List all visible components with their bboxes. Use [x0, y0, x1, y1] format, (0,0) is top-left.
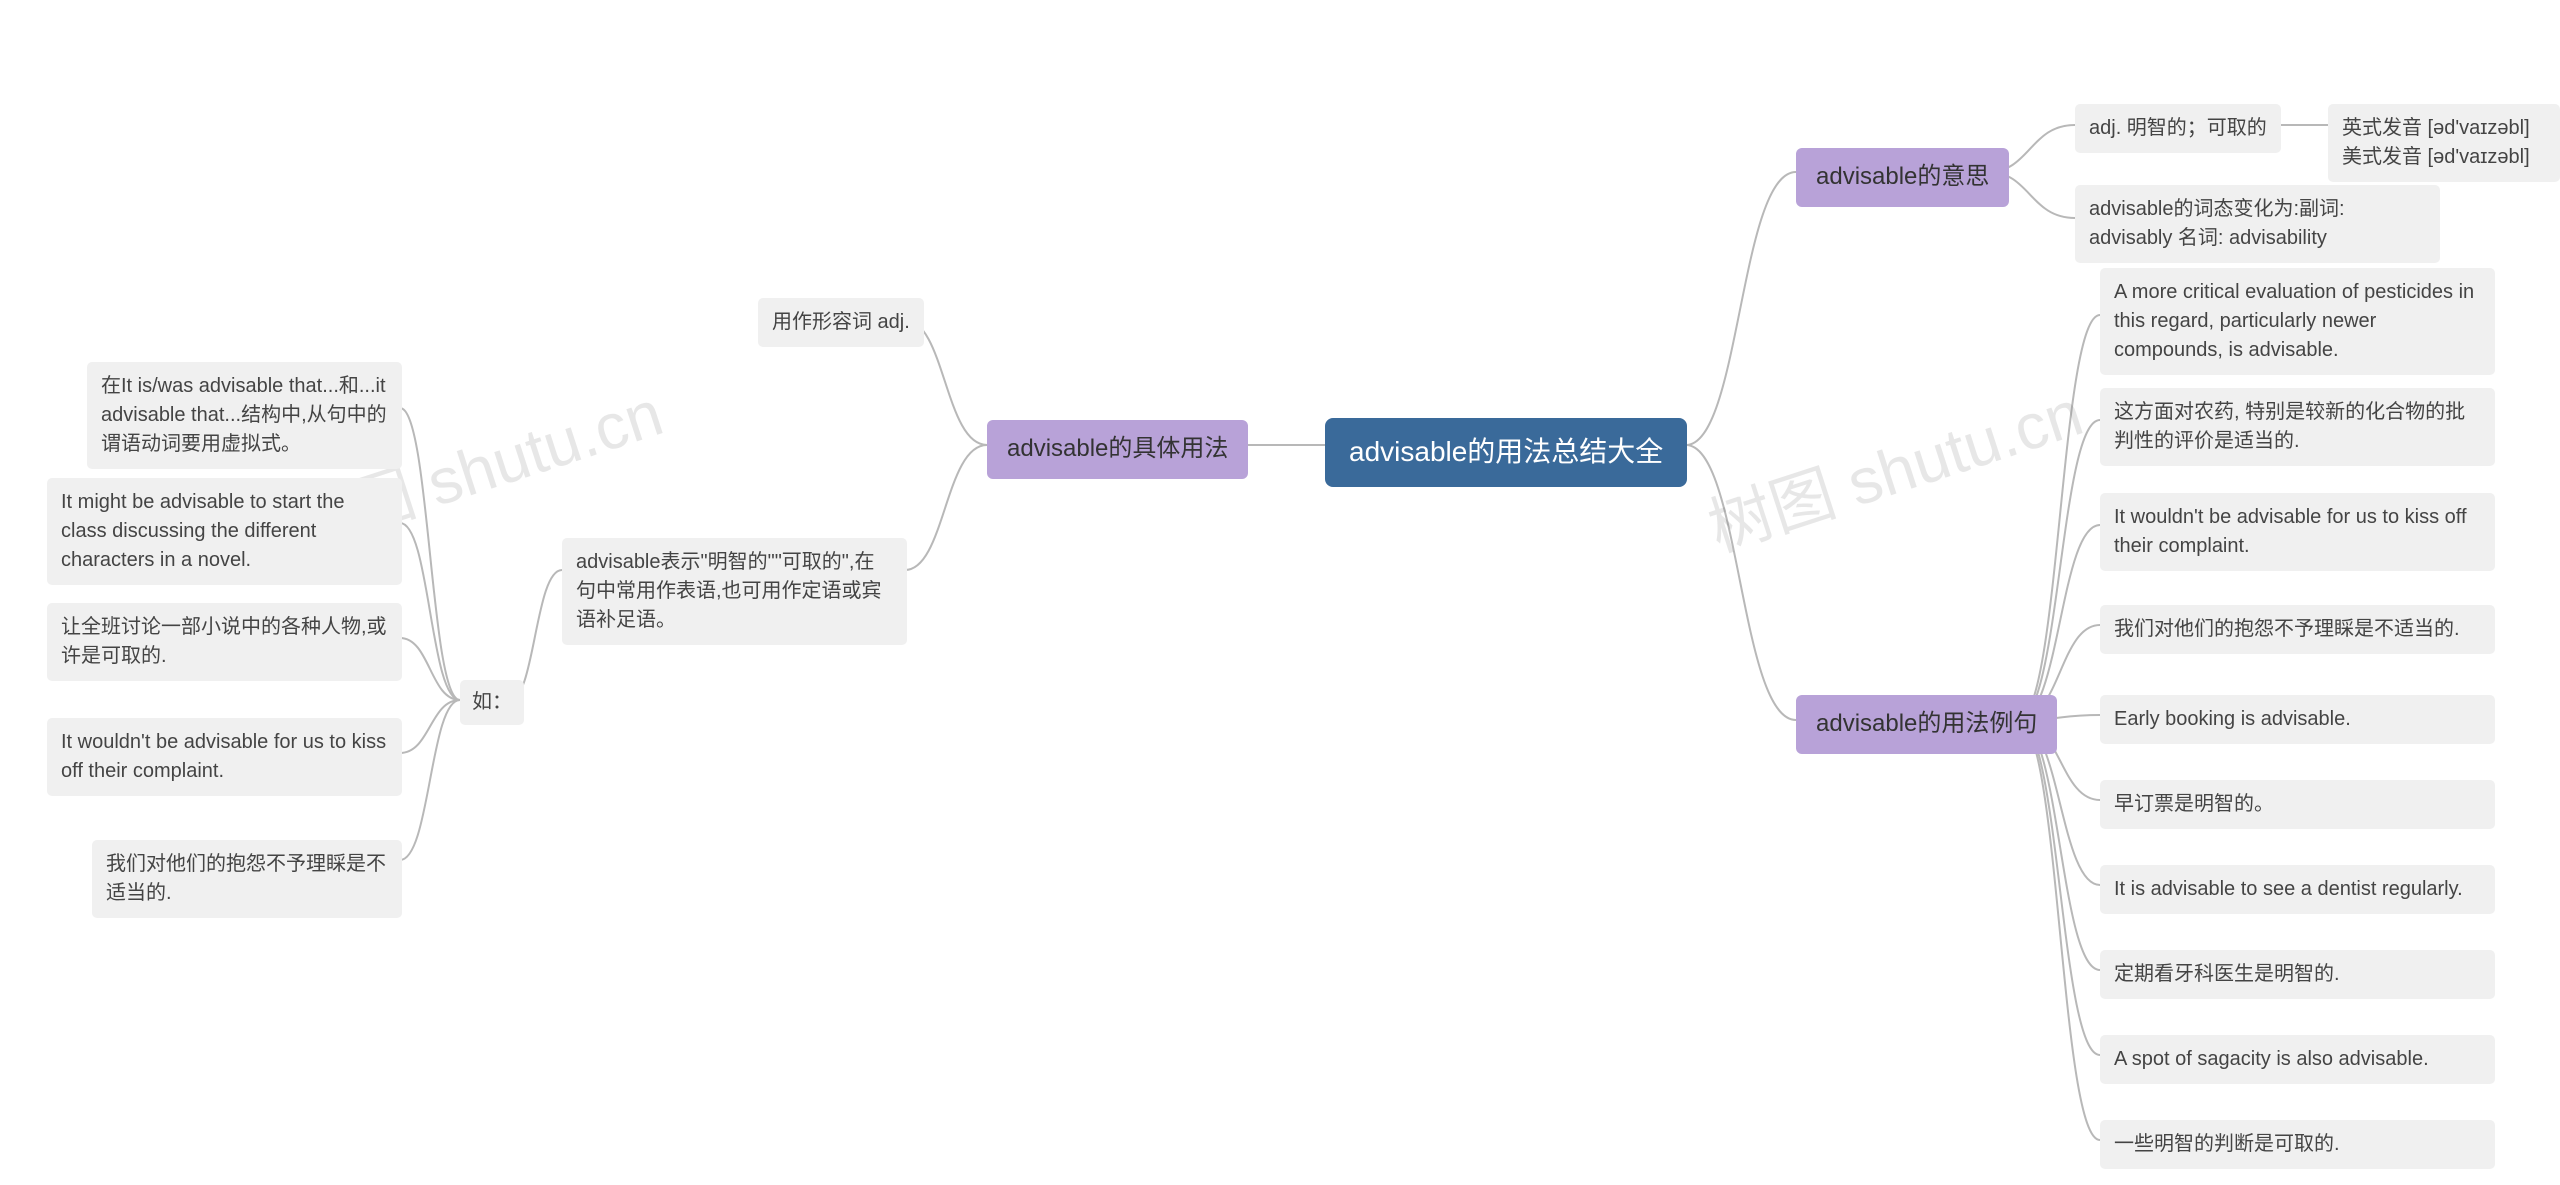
leaf-forms[interactable]: advisable的词态变化为:副词: advisably 名词: advisa… [2075, 185, 2440, 263]
branch-meaning[interactable]: advisable的意思 [1796, 148, 2009, 207]
leaf-usage-item-2[interactable]: 让全班讨论一部小说中的各种人物,或许是可取的. [47, 603, 402, 681]
leaf-usage-item-4[interactable]: 我们对他们的抱怨不予理睬是不适当的. [92, 840, 402, 918]
leaf-example-0[interactable]: A more critical evaluation of pesticides… [2100, 268, 2495, 375]
leaf-definition[interactable]: adj. 明智的；可取的 [2075, 104, 2281, 153]
leaf-eg-label[interactable]: 如： [460, 680, 524, 725]
leaf-example-6[interactable]: It is advisable to see a dentist regular… [2100, 865, 2495, 914]
leaf-example-3[interactable]: 我们对他们的抱怨不予理睬是不适当的. [2100, 605, 2495, 654]
mindmap-connectors [0, 0, 2560, 1185]
leaf-example-9[interactable]: 一些明智的判断是可取的. [2100, 1120, 2495, 1169]
branch-usage[interactable]: advisable的具体用法 [987, 420, 1248, 479]
root-node[interactable]: advisable的用法总结大全 [1325, 418, 1687, 487]
leaf-usage-desc[interactable]: advisable表示"明智的""可取的",在句中常用作表语,也可用作定语或宾语… [562, 538, 907, 645]
leaf-example-7[interactable]: 定期看牙科医生是明智的. [2100, 950, 2495, 999]
leaf-example-2[interactable]: It wouldn't be advisable for us to kiss … [2100, 493, 2495, 571]
leaf-example-5[interactable]: 早订票是明智的。 [2100, 780, 2495, 829]
leaf-as-adj[interactable]: 用作形容词 adj. [758, 298, 924, 347]
leaf-usage-item-1[interactable]: It might be advisable to start the class… [47, 478, 402, 585]
leaf-usage-item-0[interactable]: 在It is/was advisable that...和...it advis… [87, 362, 402, 469]
watermark: 树图 shutu.cn [1695, 362, 2092, 569]
leaf-example-4[interactable]: Early booking is advisable. [2100, 695, 2495, 744]
leaf-example-8[interactable]: A spot of sagacity is also advisable. [2100, 1035, 2495, 1084]
branch-examples[interactable]: advisable的用法例句 [1796, 695, 2057, 754]
leaf-example-1[interactable]: 这方面对农药, 特别是较新的化合物的批判性的评价是适当的. [2100, 388, 2495, 466]
leaf-pronunciation[interactable]: 英式发音 [əd'vaɪzəbl] 美式发音 [əd'vaɪzəbl] [2328, 104, 2560, 182]
leaf-usage-item-3[interactable]: It wouldn't be advisable for us to kiss … [47, 718, 402, 796]
